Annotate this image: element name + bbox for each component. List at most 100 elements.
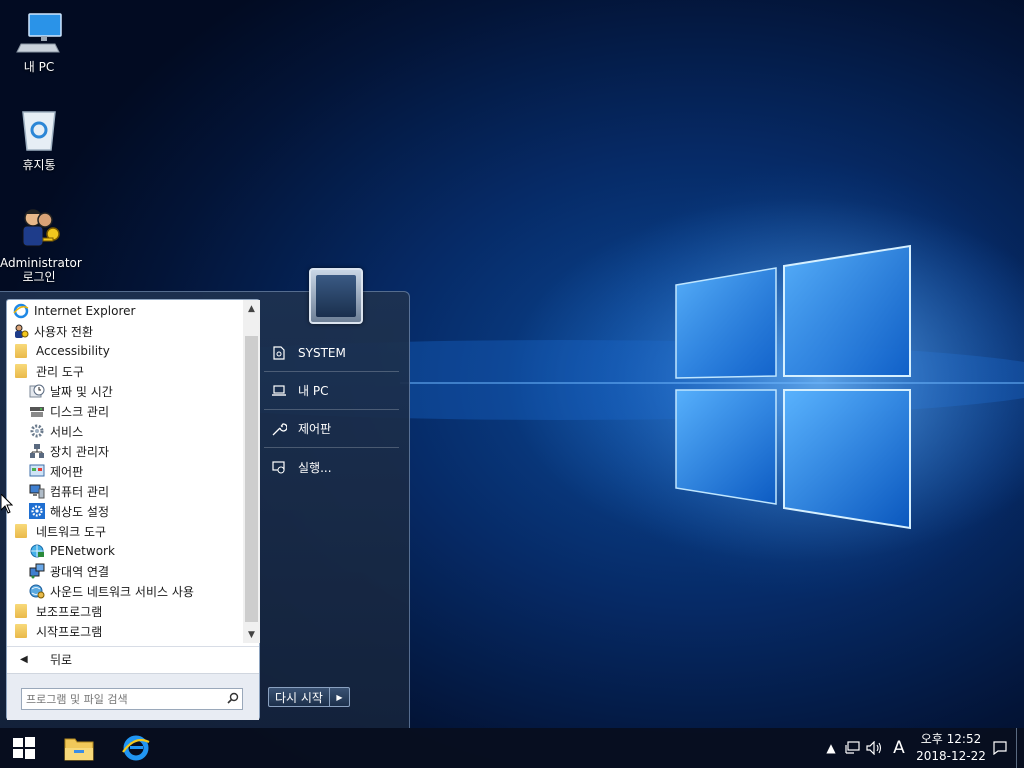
folder-icon	[15, 344, 27, 358]
program-item-internet-explorer[interactable]: Internet Explorer	[7, 301, 243, 321]
folder-icon	[15, 604, 27, 618]
show-desktop-button[interactable]	[1016, 728, 1024, 768]
restart-button[interactable]: 다시 시작	[268, 687, 330, 707]
program-item-network-tools-folder[interactable]: 네트워크 도구	[7, 521, 243, 541]
taskbar-app-file-explorer[interactable]	[55, 728, 103, 768]
restart-options-arrow-icon[interactable]: ▶	[329, 687, 350, 707]
program-item-control-panel[interactable]: 제어판	[7, 461, 243, 481]
desktop-icon-administrator-login[interactable]: Administrator 로그인	[0, 204, 82, 284]
scroll-thumb[interactable]	[245, 336, 258, 622]
windows-logo-icon	[13, 737, 35, 759]
back-label: 뒤로	[50, 653, 73, 667]
desktop-icon-my-pc[interactable]: 내 PC	[0, 8, 78, 74]
program-label: 날짜 및 시간	[50, 384, 113, 399]
internet-explorer-icon	[13, 303, 29, 319]
back-arrow-icon: ◀	[20, 654, 28, 665]
laptop-icon	[270, 382, 288, 400]
volume-icon[interactable]	[864, 728, 886, 768]
administrator-users-icon	[22, 209, 60, 247]
program-list: Internet Explorer 사용자 전환 Accessibility 관…	[7, 300, 243, 643]
right-item-control-panel[interactable]: 제어판	[264, 410, 399, 448]
clock-time: 오후 12:52	[920, 732, 982, 746]
desktop-icon-label: 휴지통	[22, 158, 56, 172]
folder-icon	[64, 738, 94, 761]
program-item-services[interactable]: 서비스	[7, 421, 243, 441]
program-item-startup-folder[interactable]: 시작프로그램	[7, 621, 243, 641]
settings-gear-icon	[29, 503, 45, 519]
switch-user-icon	[15, 324, 29, 338]
program-item-admin-tools-folder[interactable]: 관리 도구	[7, 361, 243, 381]
search-area	[7, 673, 259, 720]
right-item-label: 내 PC	[298, 384, 329, 398]
program-item-disk-management[interactable]: 디스크 관리	[7, 401, 243, 421]
user-folder-icon	[270, 344, 288, 362]
program-label: 해상도 설정	[50, 504, 110, 519]
search-input[interactable]	[22, 692, 224, 706]
internet-explorer-icon	[122, 735, 150, 761]
right-item-run[interactable]: 실행...	[264, 448, 399, 486]
folder-icon	[15, 624, 27, 638]
program-label: 사운드 네트워크 서비스 사용	[50, 584, 194, 599]
scroll-up-arrow-icon[interactable]: ▲	[243, 300, 260, 317]
program-label: 시작프로그램	[36, 624, 103, 639]
search-icon[interactable]	[224, 692, 242, 707]
right-item-system[interactable]: SYSTEM	[264, 334, 399, 372]
network-icon[interactable]	[842, 728, 864, 768]
program-item-switch-user[interactable]: 사용자 전환	[7, 321, 243, 341]
desktop-icon-label: 내 PC	[23, 60, 55, 74]
start-menu: Internet Explorer 사용자 전환 Accessibility 관…	[0, 268, 410, 728]
show-hidden-icons-chevron-icon[interactable]: ▲	[820, 728, 842, 768]
gear-icon	[30, 424, 44, 438]
disk-icon	[30, 407, 44, 417]
right-item-label: 제어판	[298, 422, 332, 436]
program-label: 장치 관리자	[50, 444, 110, 459]
program-list-scrollbar[interactable]: ▲ ▼	[243, 300, 260, 643]
program-item-date-time[interactable]: 날짜 및 시간	[7, 381, 243, 401]
user-picture-tile[interactable]	[309, 268, 363, 324]
program-label: 보조프로그램	[36, 604, 103, 619]
start-button[interactable]	[0, 728, 48, 768]
device-manager-icon	[30, 444, 44, 458]
control-panel-icon	[29, 464, 45, 477]
desktop-icon-recycle-bin[interactable]: 휴지통	[0, 106, 78, 172]
clock-date: 2018-12-22	[916, 749, 986, 763]
right-item-label: SYSTEM	[298, 345, 346, 360]
program-label: 사용자 전환	[34, 324, 94, 339]
computer-management-icon	[29, 484, 45, 499]
mouse-cursor-icon	[1, 494, 13, 514]
computer-icon	[16, 13, 62, 53]
program-label: 네트워크 도구	[36, 524, 107, 539]
program-item-computer-management[interactable]: 컴퓨터 관리	[7, 481, 243, 501]
program-label: Accessibility	[36, 344, 110, 358]
program-label: 컴퓨터 관리	[50, 484, 110, 499]
program-label: 광대역 연결	[50, 564, 110, 579]
recycle-bin-icon	[22, 111, 56, 151]
back-button[interactable]: ◀ 뒤로	[7, 646, 259, 672]
program-item-device-manager[interactable]: 장치 관리자	[7, 441, 243, 461]
program-label: PENetwork	[50, 544, 115, 558]
clock[interactable]: 오후 12:52 2018-12-22	[912, 731, 990, 765]
program-item-accessibility-folder[interactable]: Accessibility	[7, 341, 243, 361]
scroll-down-arrow-icon[interactable]: ▼	[243, 626, 260, 643]
taskbar-app-internet-explorer[interactable]	[112, 728, 160, 768]
program-item-penetwork[interactable]: PENetwork	[7, 541, 243, 561]
system-tray: ▲ A 오후 12:52 2018-12-22	[820, 728, 1024, 768]
restart-button-group: 다시 시작 ▶	[268, 687, 350, 707]
network-service-icon	[29, 584, 45, 599]
input-method-indicator[interactable]: A	[886, 728, 912, 768]
search-box[interactable]	[21, 688, 243, 710]
desktop-icon-label: Administrator	[0, 256, 82, 270]
program-item-accessories-folder[interactable]: 보조프로그램	[7, 601, 243, 621]
program-item-resolution-settings[interactable]: 해상도 설정	[7, 501, 243, 521]
program-label: 제어판	[50, 464, 84, 479]
network-globe-icon	[30, 544, 44, 558]
right-item-my-pc[interactable]: 내 PC	[264, 372, 399, 410]
right-item-label: 실행...	[298, 460, 332, 475]
program-item-network-service[interactable]: 사운드 네트워크 서비스 사용	[7, 581, 243, 601]
start-menu-right-pane: SYSTEM 내 PC 제어판 실행...	[264, 334, 399, 486]
folder-icon	[15, 364, 27, 378]
start-menu-left-pane: Internet Explorer 사용자 전환 Accessibility 관…	[6, 299, 260, 720]
action-center-icon[interactable]	[990, 728, 1010, 768]
program-item-broadband-connection[interactable]: 광대역 연결	[7, 561, 243, 581]
run-icon	[270, 458, 288, 476]
